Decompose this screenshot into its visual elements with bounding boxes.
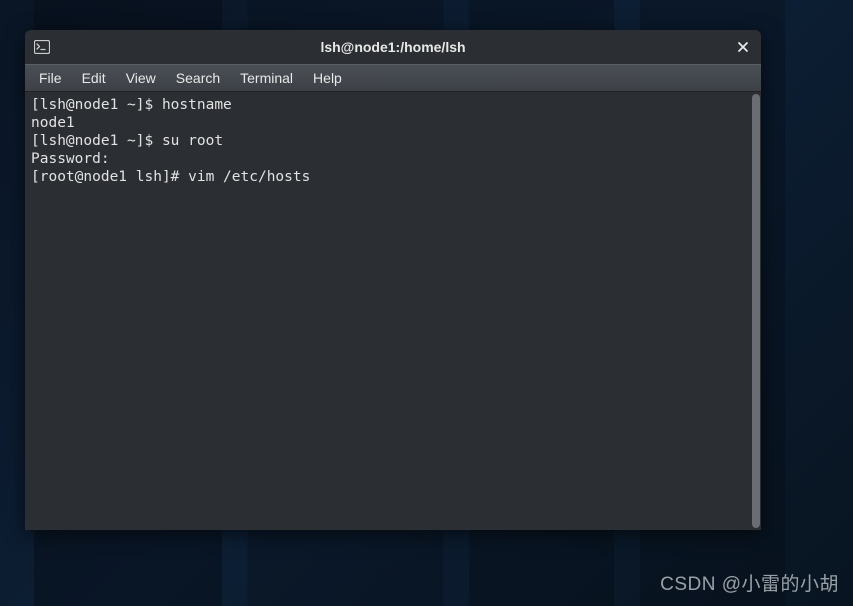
titlebar[interactable]: lsh@node1:/home/lsh <box>25 30 761 64</box>
menu-search[interactable]: Search <box>166 67 230 89</box>
scrollbar[interactable] <box>751 92 761 530</box>
menu-terminal[interactable]: Terminal <box>230 67 303 89</box>
menu-file[interactable]: File <box>29 67 72 89</box>
menu-edit[interactable]: Edit <box>72 67 116 89</box>
window-title: lsh@node1:/home/lsh <box>320 39 465 55</box>
menu-view[interactable]: View <box>116 67 166 89</box>
terminal-icon <box>33 38 51 56</box>
terminal-window: lsh@node1:/home/lsh File Edit View Searc… <box>25 30 761 530</box>
terminal-content[interactable]: [lsh@node1 ~]$ hostname node1 [lsh@node1… <box>25 92 751 530</box>
scrollbar-thumb[interactable] <box>752 94 760 528</box>
close-button[interactable] <box>733 37 753 57</box>
menubar: File Edit View Search Terminal Help <box>25 64 761 92</box>
menu-help[interactable]: Help <box>303 67 352 89</box>
close-icon <box>737 41 749 53</box>
terminal-area[interactable]: [lsh@node1 ~]$ hostname node1 [lsh@node1… <box>25 92 761 530</box>
